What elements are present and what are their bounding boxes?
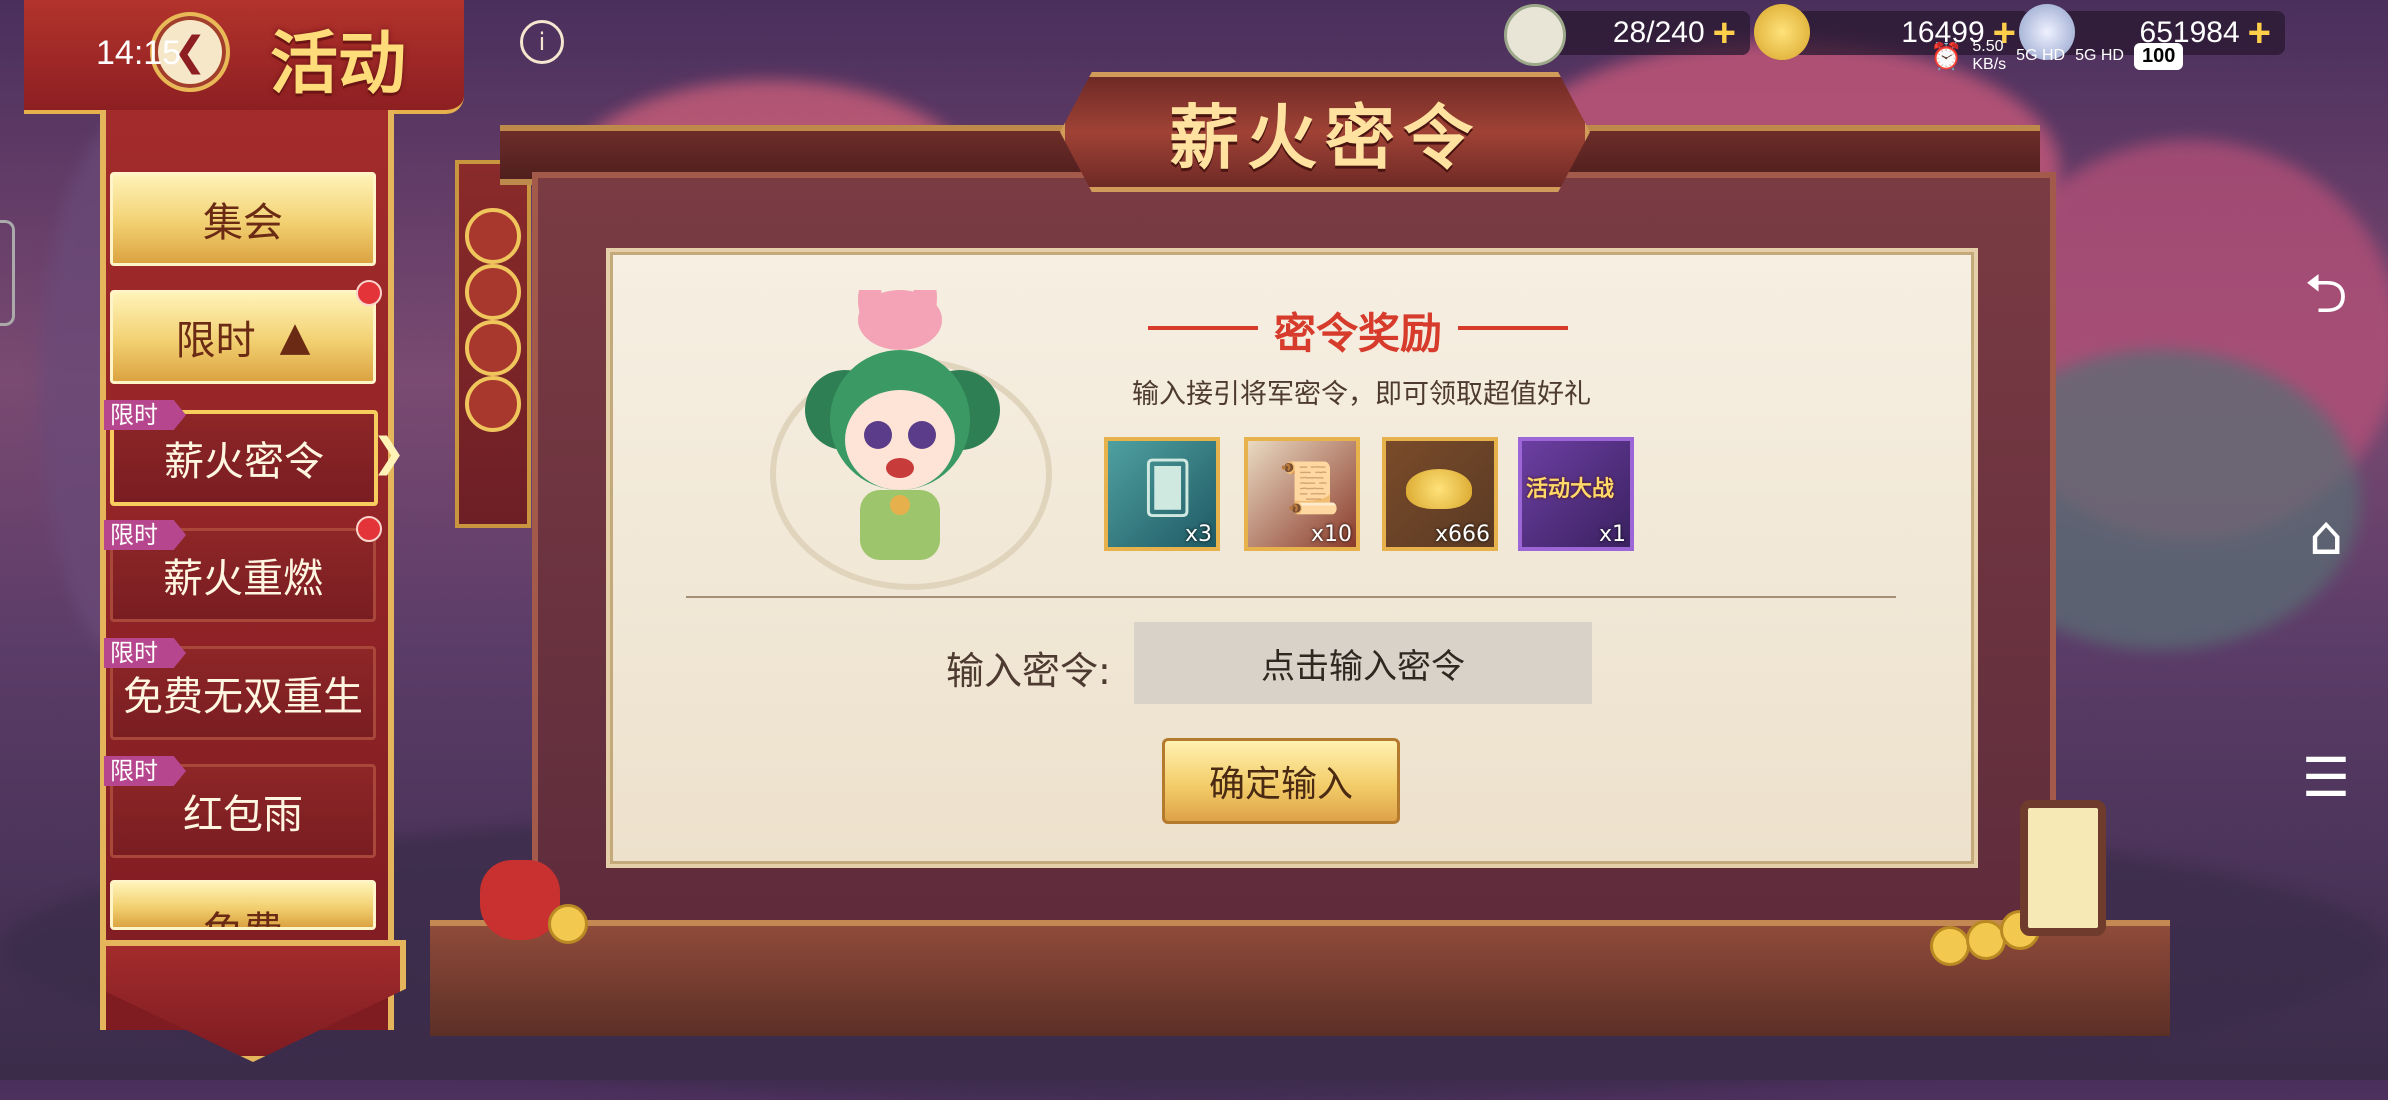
resource-stamina: 28/240 + [1504, 4, 1750, 66]
gold-coin-icon [548, 904, 588, 944]
menu-label: 薪火重燃 [163, 556, 323, 602]
menu-item-limited[interactable]: 限时 ▲ [110, 290, 376, 384]
reward-item-dragon-card[interactable]: 🂠 x3 [1104, 437, 1220, 551]
notification-dot [356, 516, 382, 542]
menu-item-free[interactable]: 免费 [110, 880, 376, 930]
menu-icon[interactable]: ☰ [2296, 748, 2356, 808]
limited-tag: 限时 [104, 756, 186, 786]
limited-tag: 限时 [104, 638, 186, 668]
reward-item-scroll[interactable]: 📜 x10 [1244, 437, 1360, 551]
home-icon[interactable]: ⌂ [2296, 506, 2356, 566]
confirm-button[interactable]: 确定输入 [1162, 738, 1400, 824]
menu-label: 限时 [175, 318, 256, 364]
bun-icon [1504, 4, 1566, 66]
gold-ingot-icon [1406, 469, 1472, 509]
menu-footer-ornament [100, 940, 406, 1062]
event-title: 薪火密令 [1169, 95, 1481, 179]
reward-qty: x1 [1598, 522, 1626, 547]
back-icon[interactable]: ⮌ [2296, 264, 2356, 324]
mascot-character [805, 290, 1000, 560]
code-input-field[interactable]: 点击输入密令 [1134, 622, 1592, 704]
coin-scroll-banner [455, 160, 531, 528]
reward-qty: x3 [1184, 522, 1212, 547]
gold-ingot-icon [1754, 4, 1810, 60]
status-time: 14:15 [96, 34, 182, 72]
code-input-label: 输入密令: [946, 649, 1111, 693]
reward-item-event-badge[interactable]: 活动大战 x1 [1518, 437, 1634, 551]
alarm-icon: ⏰ [1930, 40, 1963, 71]
chevron-up-icon: ▲ [279, 314, 311, 360]
reward-item-gold-ingot[interactable]: x666 [1382, 437, 1498, 551]
gold-coin-icon [1930, 926, 1970, 966]
resource-value: 28/240 [1612, 16, 1705, 49]
network-status: ⏰ 5.50 KB/s 5G HD 5G HD 100 [1930, 38, 2184, 74]
menu-label: 红包雨 [183, 792, 303, 838]
notification-dot [356, 280, 382, 306]
menu-label: 免费无双重生 [123, 674, 363, 720]
title-ornament-right [1458, 326, 1568, 330]
reward-title: 密令奖励 [1274, 309, 1443, 358]
menu-label: 薪火密令 [164, 439, 324, 485]
reward-qty: x666 [1434, 522, 1490, 547]
coin-icon [465, 264, 521, 320]
dragon-card-icon: 🂠 [1142, 459, 1194, 517]
limited-tag: 限时 [104, 400, 186, 430]
menu-label: 免费 [203, 899, 283, 927]
coin-icon [465, 208, 521, 264]
signal-2: 5G HD [2075, 47, 2124, 64]
page-title: 活动 [270, 24, 407, 104]
scroll-icon: 📜 [1278, 459, 1341, 517]
reward-subtitle: 输入接引将军密令，即可领取超值好礼 [1132, 379, 1591, 410]
screen-edge-handle [0, 220, 15, 326]
title-ornament-left [1148, 326, 1258, 330]
add-silver-button[interactable]: + [2248, 11, 2271, 56]
section-divider [686, 596, 1896, 598]
title-plate: 薪火密令 [1060, 72, 1590, 192]
coin-icon [465, 320, 521, 376]
board-base [430, 920, 2170, 1036]
net-unit: KB/s [1972, 56, 2007, 73]
menu-label: 集会 [203, 200, 283, 246]
limited-tag: 限时 [104, 520, 186, 550]
info-icon[interactable]: i [520, 20, 564, 64]
signal-1: 5G HD [2016, 47, 2066, 64]
menu-item-gathering[interactable]: 集会 [110, 172, 376, 266]
coin-icon [465, 376, 521, 432]
net-speed: 5.50 [1972, 38, 2004, 55]
reward-qty: x10 [1310, 522, 1352, 547]
event-badge-icon: 活动大战 [1526, 477, 1615, 502]
battery-indicator: 100 [2133, 42, 2184, 70]
lantern-icon [2020, 800, 2106, 936]
selected-arrow-icon: ❯ [372, 430, 406, 476]
add-stamina-button[interactable]: + [1713, 11, 1736, 56]
